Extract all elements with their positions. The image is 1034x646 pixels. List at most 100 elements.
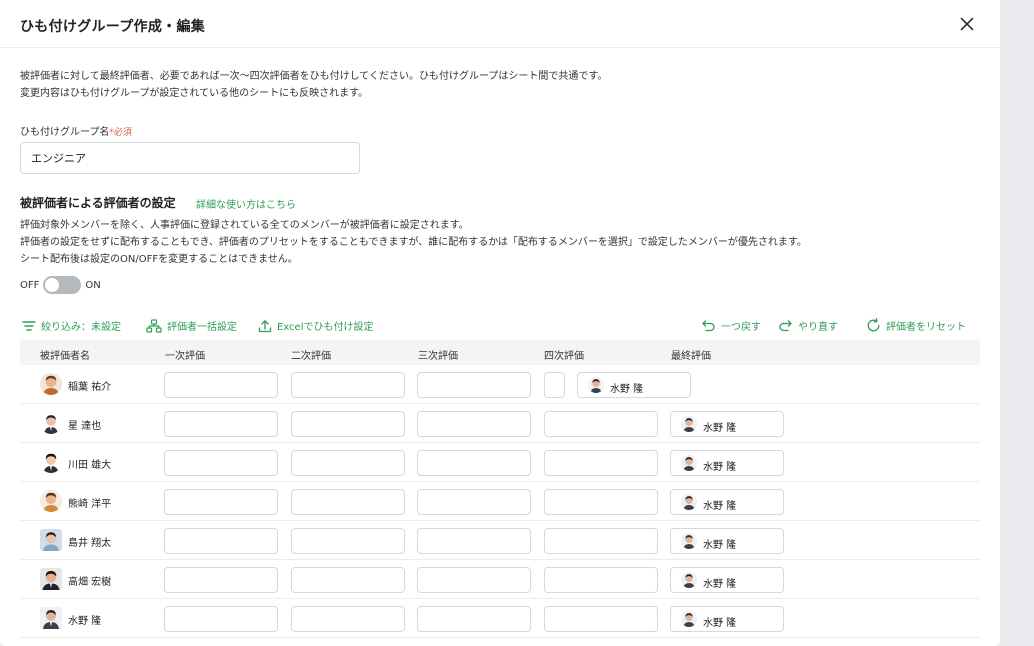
avatar — [40, 451, 62, 473]
fourth-evaluator-field[interactable] — [544, 372, 565, 398]
evaluator-toggle[interactable] — [43, 276, 82, 294]
redo-icon — [779, 319, 792, 331]
evaluatee-name: 高畑 宏樹 — [68, 577, 112, 588]
filter-label: 絞り込み：未設定 — [41, 322, 121, 333]
table-row: 水野 隆 水野 隆 — [20, 599, 980, 638]
evaluator-avatar — [681, 572, 697, 588]
modal-title: ひも付けグループ作成・編集 — [20, 19, 206, 35]
second-evaluator-field[interactable] — [291, 372, 405, 398]
avatar — [40, 529, 62, 551]
final-evaluator-chip[interactable]: 水野 隆 — [670, 606, 784, 632]
final-evaluator-name: 水野 隆 — [703, 462, 737, 473]
evaluatee-name: 水野 隆 — [68, 616, 102, 627]
third-evaluator-field[interactable] — [417, 528, 531, 554]
section-note-1: 評価対象外メンバーを除く、人事評価に登録されている全てのメンバーが被評価者に設定… — [20, 220, 469, 231]
final-evaluator-chip[interactable]: 水野 隆 — [670, 567, 784, 593]
final-evaluator-name: 水野 隆 — [703, 540, 737, 551]
table-row: 高畑 宏樹 水野 隆 — [20, 560, 980, 599]
modal-header: ひも付けグループ作成・編集 — [0, 0, 1000, 48]
first-evaluator-field[interactable] — [164, 606, 278, 632]
undo-icon — [702, 319, 715, 331]
first-evaluator-field[interactable] — [164, 372, 278, 398]
undo-button[interactable]: 一つ戻す — [701, 318, 761, 333]
fourth-evaluator-field[interactable] — [544, 567, 658, 593]
third-evaluator-field[interactable] — [417, 489, 531, 515]
final-evaluator-name: 水野 隆 — [703, 618, 737, 629]
second-evaluator-field[interactable] — [291, 489, 405, 515]
fourth-evaluator-field[interactable] — [544, 489, 658, 515]
avatar — [40, 568, 62, 590]
final-evaluator-chip[interactable]: 水野 隆 — [577, 372, 691, 398]
evaluator-avatar — [681, 494, 697, 510]
fourth-evaluator-field[interactable] — [544, 606, 658, 632]
filter-button[interactable]: 絞り込み：未設定 — [22, 318, 121, 333]
evaluator-section-title: 被評価者による評価者の設定 — [20, 196, 176, 210]
final-evaluator-chip[interactable]: 水野 隆 — [670, 489, 784, 515]
excel-link-label: Excelでひも付け設定 — [277, 322, 374, 333]
bulk-assign-label: 評価者一括設定 — [167, 322, 237, 333]
table-row: 島井 翔太 水野 隆 — [20, 521, 980, 560]
final-evaluator-chip[interactable]: 水野 隆 — [670, 411, 784, 437]
reset-evaluators-button[interactable]: 評価者をリセット — [866, 318, 966, 333]
evaluator-avatar — [681, 533, 697, 549]
section-note-2: 評価者の設定をせずに配布することもでき、評価者のプリセットをすることもできますが… — [20, 237, 807, 248]
first-evaluator-field[interactable] — [164, 567, 278, 593]
evaluatee-name: 熊崎 洋平 — [68, 499, 112, 510]
evaluator-avatar — [681, 611, 697, 627]
fourth-evaluator-field[interactable] — [544, 528, 658, 554]
reset-label: 評価者をリセット — [886, 322, 966, 333]
redo-button[interactable]: やり直す — [778, 318, 838, 333]
final-evaluator-name: 水野 隆 — [703, 501, 737, 512]
column-header-fourth: 四次評価 — [544, 351, 584, 362]
second-evaluator-field[interactable] — [291, 567, 405, 593]
final-evaluator-name: 水野 隆 — [703, 579, 737, 590]
third-evaluator-field[interactable] — [417, 372, 531, 398]
close-icon[interactable] — [957, 14, 977, 34]
second-evaluator-field[interactable] — [291, 606, 405, 632]
evaluator-avatar — [681, 455, 697, 471]
evaluator-table-body: 稲葉 祐介 水野 隆 星 達也 水野 隆 川田 雄大 水野 隆 熊崎 洋平 水野… — [20, 365, 980, 638]
column-header-evaluatee: 被評価者名 — [40, 351, 90, 362]
avatar — [40, 412, 62, 434]
toggle-on-label: ON — [85, 279, 101, 291]
evaluatee-name: 稲葉 祐介 — [68, 382, 112, 393]
modal-description-line-1: 被評価者に対して最終評価者、必要であれば一次〜四次評価者をひも付けしてください。… — [20, 71, 608, 82]
evaluatee-name: 島井 翔太 — [68, 538, 112, 549]
fourth-evaluator-field[interactable] — [544, 450, 658, 476]
toggle-off-label: OFF — [20, 279, 40, 291]
table-row: 熊崎 洋平 水野 隆 — [20, 482, 980, 521]
help-link[interactable]: 詳細な使い方はこちら — [196, 196, 296, 211]
bulk-assign-button[interactable]: 評価者一括設定 — [146, 318, 237, 333]
evaluatee-name: 星 達也 — [68, 421, 102, 432]
excel-link-button[interactable]: Excelでひも付け設定 — [258, 318, 374, 333]
second-evaluator-field[interactable] — [291, 411, 405, 437]
third-evaluator-field[interactable] — [417, 567, 531, 593]
upload-icon — [258, 319, 272, 332]
second-evaluator-field[interactable] — [291, 528, 405, 554]
toolbar: 絞り込み：未設定 評価者一括設定 Excelでひも付け設定 一つ戻す やり直す … — [20, 318, 980, 336]
first-evaluator-field[interactable] — [164, 528, 278, 554]
group-name-input[interactable] — [20, 142, 360, 174]
avatar — [40, 373, 62, 395]
first-evaluator-field[interactable] — [164, 450, 278, 476]
first-evaluator-field[interactable] — [164, 411, 278, 437]
avatar — [40, 607, 62, 629]
third-evaluator-field[interactable] — [417, 450, 531, 476]
fourth-evaluator-field[interactable] — [544, 411, 658, 437]
link-group-modal: ひも付けグループ作成・編集 被評価者に対して最終評価者、必要であれば一次〜四次評… — [0, 0, 1000, 646]
table-header: 被評価者名 一次評価 二次評価 三次評価 四次評価 最終評価 — [20, 340, 980, 365]
final-evaluator-name: 水野 隆 — [703, 423, 737, 434]
undo-label: 一つ戻す — [721, 322, 761, 333]
evaluatee-name: 川田 雄大 — [68, 460, 112, 471]
table-row: 川田 雄大 水野 隆 — [20, 443, 980, 482]
table-row: 星 達也 水野 隆 — [20, 404, 980, 443]
org-chart-icon — [146, 318, 162, 333]
reset-icon — [867, 318, 880, 332]
final-evaluator-chip[interactable]: 水野 隆 — [670, 450, 784, 476]
second-evaluator-field[interactable] — [291, 450, 405, 476]
final-evaluator-chip[interactable]: 水野 隆 — [670, 528, 784, 554]
first-evaluator-field[interactable] — [164, 489, 278, 515]
table-row: 稲葉 祐介 水野 隆 — [20, 365, 980, 404]
third-evaluator-field[interactable] — [417, 606, 531, 632]
third-evaluator-field[interactable] — [417, 411, 531, 437]
